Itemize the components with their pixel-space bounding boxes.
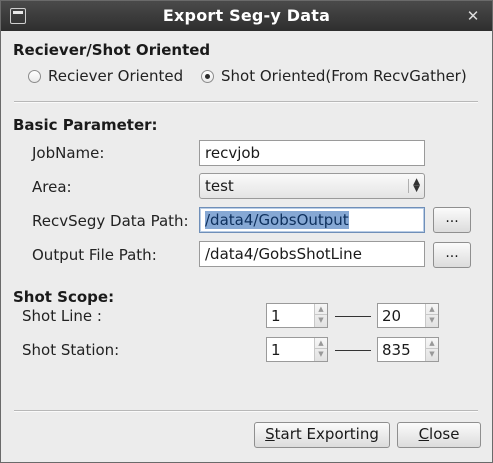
close-icon[interactable]: ✕ bbox=[465, 8, 481, 24]
shot-station-to-spinbox[interactable]: 835 ▲ ▼ bbox=[377, 337, 439, 362]
area-select[interactable]: test ▲ ▼ bbox=[199, 173, 425, 199]
shot-station-from-spinbox[interactable]: 1 ▲ ▼ bbox=[266, 337, 328, 362]
output-path-browse-button[interactable]: ... bbox=[433, 242, 471, 268]
area-select-value: test bbox=[205, 177, 234, 195]
shot-station-label: Shot Station: bbox=[22, 341, 120, 359]
output-path-label: Output File Path: bbox=[32, 246, 157, 264]
reciever-oriented-radio[interactable] bbox=[28, 70, 41, 83]
job-name-input[interactable]: recvjob bbox=[199, 140, 425, 166]
output-path-input[interactable]: /data4/GobsShotLine bbox=[199, 241, 425, 267]
job-name-label: JobName: bbox=[32, 144, 105, 162]
recv-path-value: /data4/GobsOutput bbox=[205, 211, 349, 229]
shot-station-to-value: 835 bbox=[382, 341, 411, 359]
spin-up-icon[interactable]: ▲ bbox=[426, 304, 438, 315]
shot-line-label: Shot Line : bbox=[22, 307, 102, 325]
shot-line-from-value: 1 bbox=[271, 307, 281, 325]
spin-up-icon[interactable]: ▲ bbox=[426, 338, 438, 349]
spin-down-icon[interactable]: ▼ bbox=[426, 315, 438, 326]
shot-oriented-label[interactable]: Shot Oriented(From RecvGather) bbox=[221, 67, 467, 85]
recv-path-input[interactable]: /data4/GobsOutput bbox=[199, 207, 425, 233]
window-title: Export Seg-y Data bbox=[162, 6, 331, 25]
close-button[interactable]: Close bbox=[397, 422, 481, 448]
shot-oriented-radio[interactable] bbox=[201, 70, 214, 83]
spin-down-icon[interactable]: ▼ bbox=[315, 349, 327, 360]
spin-up-icon[interactable]: ▲ bbox=[315, 338, 327, 349]
shot-station-from-value: 1 bbox=[271, 341, 281, 359]
updown-arrows-icon: ▲ ▼ bbox=[408, 178, 420, 194]
spin-up-icon[interactable]: ▲ bbox=[315, 304, 327, 315]
area-label: Area: bbox=[32, 178, 72, 196]
reciever-oriented-label[interactable]: Reciever Oriented bbox=[48, 67, 183, 85]
range-dash bbox=[335, 316, 371, 317]
orientation-section-title: Reciever/Shot Oriented bbox=[13, 41, 211, 59]
shot-line-to-value: 20 bbox=[382, 307, 402, 325]
spin-down-icon[interactable]: ▼ bbox=[315, 315, 327, 326]
recv-path-label: RecvSegy Data Path: bbox=[32, 212, 189, 230]
shot-scope-section-title: Shot Scope: bbox=[13, 288, 115, 306]
recv-path-browse-button[interactable]: ... bbox=[433, 207, 471, 233]
separator bbox=[14, 410, 478, 412]
shot-line-to-spinbox[interactable]: 20 ▲ ▼ bbox=[377, 303, 439, 328]
start-exporting-button[interactable]: Start Exporting bbox=[254, 422, 390, 448]
title-bar[interactable]: Export Seg-y Data ✕ bbox=[1, 1, 492, 31]
spin-down-icon[interactable]: ▼ bbox=[426, 349, 438, 360]
range-dash bbox=[335, 350, 371, 351]
shot-line-from-spinbox[interactable]: 1 ▲ ▼ bbox=[266, 303, 328, 328]
separator bbox=[14, 101, 478, 103]
basic-parameter-section-title: Basic Parameter: bbox=[13, 116, 158, 134]
export-segy-dialog: Export Seg-y Data ✕ Reciever/Shot Orient… bbox=[0, 0, 493, 463]
